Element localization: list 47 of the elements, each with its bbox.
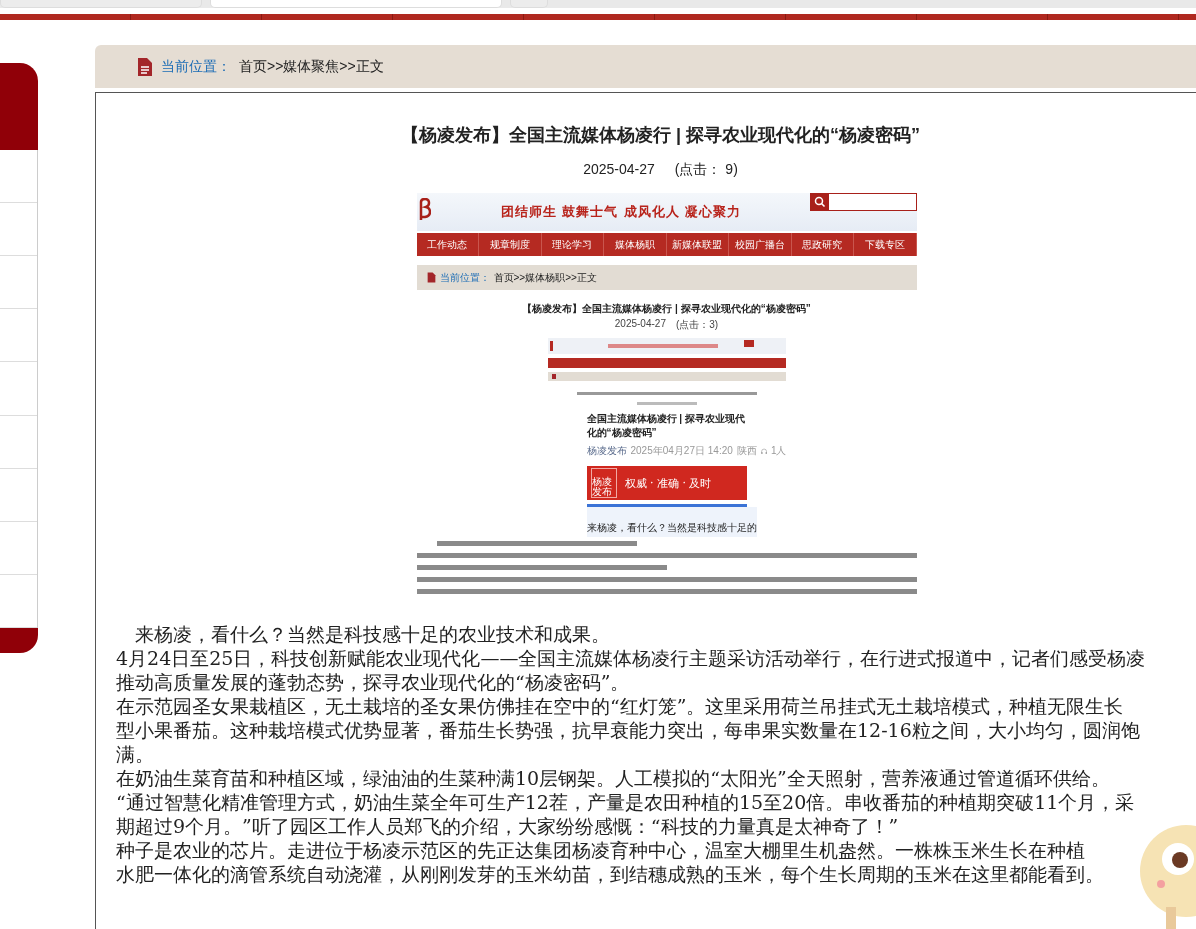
banner-slogan: 权威 · 准确 · 及时 xyxy=(624,475,712,491)
headphones-icon xyxy=(760,446,767,456)
paragraph-line: 期超过9个月。”听了园区工作人员郑飞的介绍，大家纷纷感慨：“科技的力量真是太神奇了！” xyxy=(116,814,900,838)
post-title: 全国主流媒体杨凌行 | 探寻农业现代化的“杨凌密码” xyxy=(586,412,746,440)
search-icon xyxy=(810,194,829,210)
post-author: 杨凌发布 xyxy=(586,444,627,458)
article-date: 2025-04-27 xyxy=(583,161,655,179)
nav-item[interactable]: 规章制度 xyxy=(479,233,542,256)
browser-tab[interactable] xyxy=(0,0,202,8)
paragraph-line: 推动高质量发展的蓬勃态势，探寻农业现代化的“杨凌密码”。 xyxy=(116,670,631,694)
browser-tab[interactable] xyxy=(210,0,502,8)
document-icon xyxy=(426,272,436,283)
post-time: 2025年04月27日 14:20 xyxy=(630,444,733,458)
click-count: (点击： 9) xyxy=(674,161,738,179)
lead-text: 来杨凌，看什么？当然是科技感十足的 xyxy=(586,507,757,537)
article-title: 【杨凌发布】全国主流媒体杨凌行 | 探寻农业现代化的“杨凌密码” xyxy=(522,302,811,316)
nav-item[interactable]: 理论学习 xyxy=(541,233,604,256)
nav-item[interactable]: 新媒体联盟 xyxy=(666,233,729,256)
breadcrumb-label: 当前位置： xyxy=(161,57,231,76)
nav-item[interactable]: 校园广播台 xyxy=(729,233,792,256)
document-icon xyxy=(137,56,153,77)
paragraph-line: 水肥一体化的滴管系统自动浇灌，从刚刚发芽的玉米幼苗，到结穗成熟的玉米，每个生长周期的玉米在这里都能看到。 xyxy=(116,862,1105,886)
sidebar-footer xyxy=(0,628,38,653)
paragraph-line: “通过智慧化精准管理方式，奶油生菜全年可生产12茬，产量是农田种植的15至20倍。串收番茄的种植期突破11个月，采 xyxy=(116,790,1136,814)
nav-item[interactable]: 下载专区 xyxy=(854,233,917,256)
post-location: 陕西 xyxy=(736,444,757,458)
paragraph-line: 在示范园圣女果栽植区，无土栽培的圣女果仿佛挂在空中的“红灯笼”。这里采用荷兰吊挂式无土栽培模式，种植无限生长 xyxy=(116,694,1125,718)
paragraph-line: 来杨凌，看什么？当然是科技感十足的农业技术和成果。 xyxy=(134,622,611,646)
breadcrumb-path: 首页>>媒体聚焦>>正文 xyxy=(239,57,384,76)
nav-item[interactable]: 思政研究 xyxy=(791,233,854,256)
paragraph-line: 满。 xyxy=(116,742,155,766)
article-title: 【杨凌发布】全国主流媒体杨凌行 | 探寻农业现代化的“杨凌密码” xyxy=(399,124,921,147)
paragraph-line: 在奶油生菜育苗和种植区域，绿油油的生菜种满10层钢架。人工模拟的“太阳光”全天照射，营养液通过管道循环供给。 xyxy=(116,766,1111,790)
paragraph-line: 4月24日至25日，科技创新赋能农业现代化——全国主流媒体杨凌行主题采访活动举行，在行进式报道中，记者们感受杨凌 xyxy=(116,646,1147,670)
paragraph-line: 种子是农业的芯片。走进位于杨凌示范区的先正达集团杨凌育种中心，温室大棚里生机盎然。一株株玉米生长在种植 xyxy=(116,838,1086,862)
listener-count: 1人 xyxy=(770,444,787,458)
browser-tab[interactable] xyxy=(510,0,548,8)
breadcrumb-label: 当前位置： xyxy=(439,270,490,285)
click-count: (点击：3) xyxy=(675,318,719,332)
search-field[interactable] xyxy=(809,193,917,211)
banner-logo: 杨凌发布 xyxy=(590,468,617,498)
nav-item[interactable]: 媒体杨职 xyxy=(604,233,667,256)
site-slogan: 团结师生 鼓舞士气 成风化人 凝心聚力 xyxy=(500,203,742,221)
paragraph-line: 型小果番茄。这种栽培模式优势显著，番茄生长势强，抗早衰能力突出，每串果实数量在12-16粒之间，大小均匀，圆润饱 xyxy=(116,718,1141,742)
breadcrumb-path: 首页>>媒体杨职>>正文 xyxy=(493,270,597,285)
article-date: 2025-04-27 xyxy=(614,318,666,331)
nav-item[interactable]: 工作动态 xyxy=(416,233,479,256)
